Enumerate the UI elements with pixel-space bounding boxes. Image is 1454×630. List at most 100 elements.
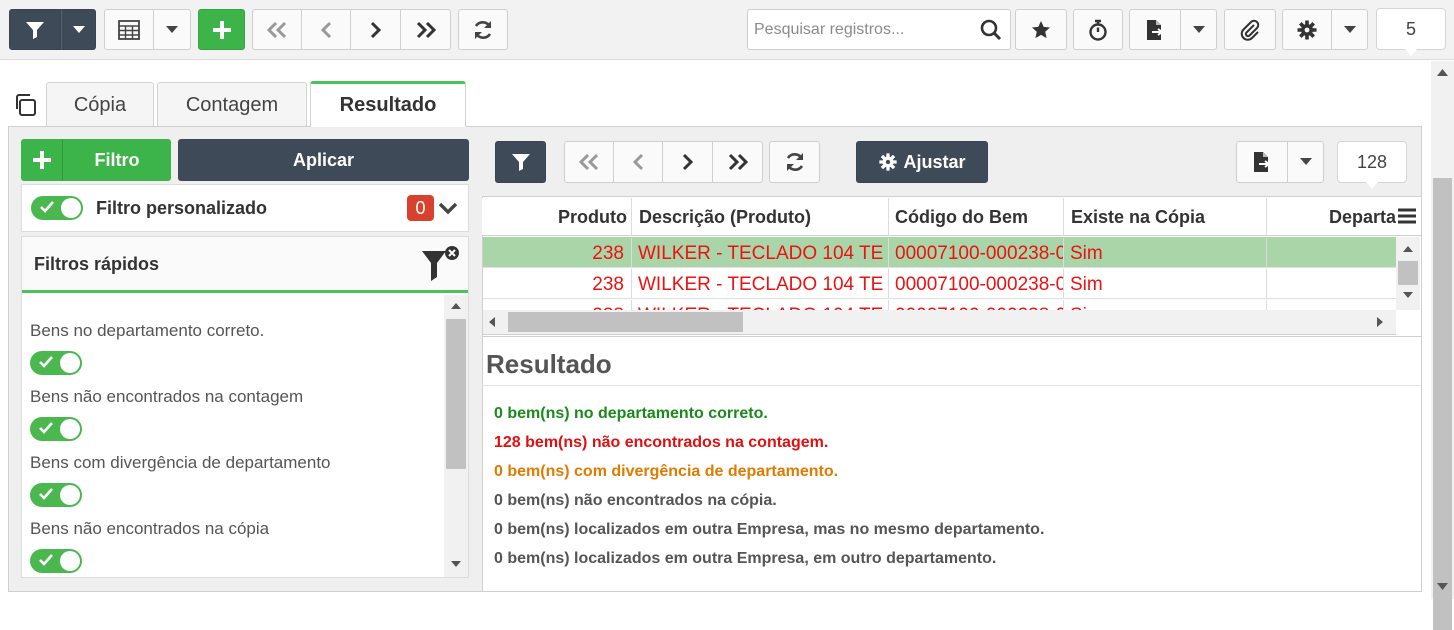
grid-view-button[interactable] <box>104 9 154 50</box>
column-header-label: Descrição (Produto) <box>639 206 812 227</box>
adjust-button-label: Ajustar <box>903 151 966 172</box>
scroll-down-icon[interactable] <box>1403 292 1413 298</box>
scroll-up-icon[interactable] <box>451 303 461 309</box>
table-cell: Sim <box>1064 269 1267 300</box>
page-scrollbar[interactable] <box>1431 61 1454 630</box>
caret-down-icon <box>1299 158 1312 165</box>
column-header-departamento[interactable]: Departa <box>1267 198 1396 236</box>
page-scrollbar-thumb[interactable] <box>1433 178 1452 630</box>
check-icon <box>39 422 53 434</box>
paperclip-icon <box>1240 19 1260 41</box>
table-cell <box>1267 269 1396 300</box>
settings-button[interactable] <box>1282 9 1332 50</box>
quick-filter-toggle[interactable] <box>30 483 82 507</box>
export-dropdown-button[interactable] <box>1180 9 1217 50</box>
grid-last-button[interactable] <box>712 141 763 183</box>
tab-label: Resultado <box>339 94 437 116</box>
scroll-up-icon[interactable] <box>1437 69 1448 76</box>
caret-down-icon <box>1343 25 1356 33</box>
grid-horizontal-scrollbar[interactable] <box>483 310 1396 335</box>
add-filter-label: Filtro <box>94 149 140 170</box>
quick-filter-toggle[interactable] <box>30 549 82 573</box>
last-record-button[interactable] <box>400 9 451 50</box>
grid-refresh-button[interactable] <box>769 141 820 183</box>
grid-next-button[interactable] <box>662 141 713 183</box>
column-menu-icon[interactable] <box>1398 208 1416 224</box>
tab-resultado[interactable]: Resultado <box>310 81 466 127</box>
result-line: 0 bem(ns) no departamento correto. <box>494 405 768 422</box>
quick-filter-toggle[interactable] <box>30 417 82 441</box>
result-line: 0 bem(ns) com divergência de departament… <box>494 463 839 480</box>
result-header: Resultado <box>482 336 1421 386</box>
search-input[interactable] <box>748 10 968 49</box>
check-icon <box>40 201 54 213</box>
table-icon <box>118 19 140 40</box>
table-cell: WILKER - TECLADO 104 TE <box>632 300 889 310</box>
settings-dropdown-button[interactable] <box>1331 9 1368 50</box>
grid-view-dropdown-button[interactable] <box>153 9 191 50</box>
filter-dropdown-button[interactable] <box>61 9 96 50</box>
table-cell: 00007100-000238-0 <box>889 269 1064 300</box>
grid-horizontal-scrollbar-thumb[interactable] <box>508 312 743 332</box>
double-chevron-left-icon <box>266 21 287 38</box>
grid-vertical-scrollbar[interactable] <box>1396 237 1420 310</box>
scroll-right-icon[interactable] <box>1377 317 1383 327</box>
table-cell: WILKER - TECLADO 104 TE <box>632 238 889 269</box>
toggle-knob <box>61 198 81 218</box>
table-cell: 238 <box>484 238 632 269</box>
add-filter-button[interactable]: Filtro <box>21 139 171 181</box>
gear-icon <box>879 153 898 171</box>
star-icon <box>1032 20 1050 38</box>
quick-filters-scrollbar-thumb[interactable] <box>446 319 466 469</box>
grid-first-button[interactable] <box>564 141 614 183</box>
tab-copia[interactable]: Cópia <box>46 82 154 127</box>
tab-contagem[interactable]: Contagem <box>157 82 307 127</box>
next-record-button[interactable] <box>350 9 401 50</box>
apply-filter-button[interactable]: Aplicar <box>178 139 469 181</box>
refresh-button[interactable] <box>458 9 508 50</box>
quick-filter-toggle[interactable] <box>30 351 82 375</box>
chevron-down-icon[interactable] <box>438 202 458 215</box>
scroll-left-icon[interactable] <box>489 317 495 327</box>
favorites-button[interactable] <box>1015 9 1067 50</box>
clear-filters-icon[interactable] <box>420 245 464 283</box>
quick-filters-scrollbar[interactable] <box>444 295 468 577</box>
grid-export-button[interactable] <box>1236 141 1288 183</box>
custom-filter-row: Filtro personalizado 0 <box>21 184 469 232</box>
quick-filter-label: Bens no departamento correto. <box>30 321 265 340</box>
grid-export-dropdown-button[interactable] <box>1287 141 1324 183</box>
column-header-descricao[interactable]: Descrição (Produto) <box>632 198 889 236</box>
export-button[interactable] <box>1129 9 1181 50</box>
result-line: 0 bem(ns) localizados em outra Empresa, … <box>494 521 1045 538</box>
scroll-up-icon[interactable] <box>1403 246 1413 252</box>
column-header-existe-copia[interactable]: Existe na Cópia <box>1064 198 1267 236</box>
plus-icon <box>212 20 231 39</box>
column-header-produto[interactable]: Produto <box>484 198 632 236</box>
grid-vertical-scrollbar-thumb[interactable] <box>1398 261 1418 285</box>
adjust-button[interactable]: Ajustar <box>856 141 988 183</box>
chevron-right-icon <box>370 21 381 38</box>
timer-button[interactable] <box>1073 9 1123 50</box>
stopwatch-icon <box>1089 19 1107 41</box>
grid-previous-button[interactable] <box>613 141 663 183</box>
result-line: 0 bem(ns) localizados em outra Empresa, … <box>494 550 997 567</box>
add-record-button[interactable] <box>198 9 245 50</box>
previous-record-button[interactable] <box>301 9 351 50</box>
scroll-down-icon[interactable] <box>451 561 461 567</box>
attachment-button[interactable] <box>1224 9 1276 50</box>
search-icon[interactable] <box>980 19 1002 41</box>
funnel-icon <box>511 154 530 171</box>
copy-icon[interactable] <box>13 93 37 117</box>
search-box <box>747 9 1011 50</box>
first-record-button[interactable] <box>252 9 302 50</box>
table-cell <box>1267 300 1396 310</box>
filter-toggle-button[interactable] <box>9 9 61 50</box>
scroll-down-icon[interactable] <box>1437 583 1448 590</box>
column-header-codigo-bem[interactable]: Código do Bem <box>889 198 1064 236</box>
column-header-label: Existe na Cópia <box>1071 206 1206 227</box>
main-toolbar: 5 <box>0 0 1454 60</box>
record-counter: 5 <box>1376 8 1446 56</box>
double-chevron-right-icon <box>416 21 436 38</box>
custom-filter-toggle[interactable] <box>31 196 83 220</box>
grid-filter-button[interactable] <box>495 141 546 183</box>
